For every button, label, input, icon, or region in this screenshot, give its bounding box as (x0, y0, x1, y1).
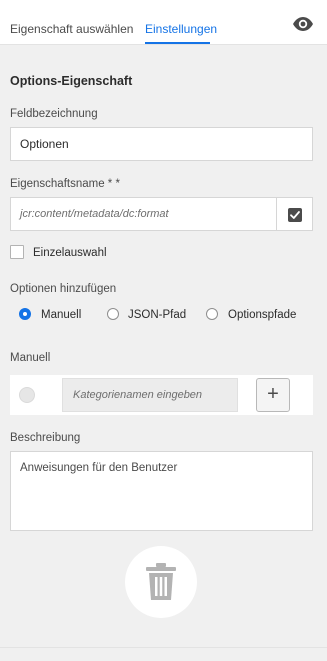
field-label-caption: Feldbezeichnung (10, 108, 98, 120)
manual-caption: Manuell (10, 352, 51, 364)
trash-icon (146, 563, 176, 600)
add-options-caption: Optionen hinzufügen (10, 283, 117, 295)
property-name-caption: Eigenschaftsname * * (10, 178, 120, 190)
manual-default-radio[interactable] (19, 387, 35, 403)
property-picker-button[interactable] (277, 197, 313, 231)
property-name-input[interactable]: jcr:content/metadata/dc:format (10, 197, 277, 231)
tab-select-property[interactable]: Eigenschaft auswählen (10, 22, 133, 36)
radio-json-path[interactable] (107, 308, 119, 320)
radio-option-paths-label: Optionspfade (228, 309, 297, 321)
radio-manual[interactable] (19, 308, 31, 320)
tab-bar: Eigenschaft auswählen Einstellungen (0, 0, 327, 45)
radio-json-path-label: JSON-Pfad (128, 309, 187, 321)
bottom-divider (0, 647, 327, 648)
description-textarea[interactable]: Anweisungen für den Benutzer (10, 451, 313, 531)
field-label-input[interactable]: Optionen (10, 127, 313, 161)
delete-button[interactable] (125, 546, 197, 618)
category-name-input[interactable]: Kategorienamen eingeben (62, 378, 238, 412)
description-caption: Beschreibung (10, 432, 81, 444)
radio-option-paths[interactable] (206, 308, 218, 320)
add-option-button[interactable]: + (256, 378, 290, 412)
single-select-label: Einzelauswahl (33, 247, 107, 259)
checkbox-checked-icon (288, 208, 302, 222)
radio-manual-label: Manuell (41, 309, 82, 321)
tab-settings[interactable]: Einstellungen (145, 22, 217, 36)
eye-icon[interactable] (292, 16, 314, 32)
active-tab-indicator (145, 42, 210, 44)
section-title: Options-Eigenschaft (10, 74, 133, 88)
single-select-checkbox[interactable] (10, 245, 24, 259)
